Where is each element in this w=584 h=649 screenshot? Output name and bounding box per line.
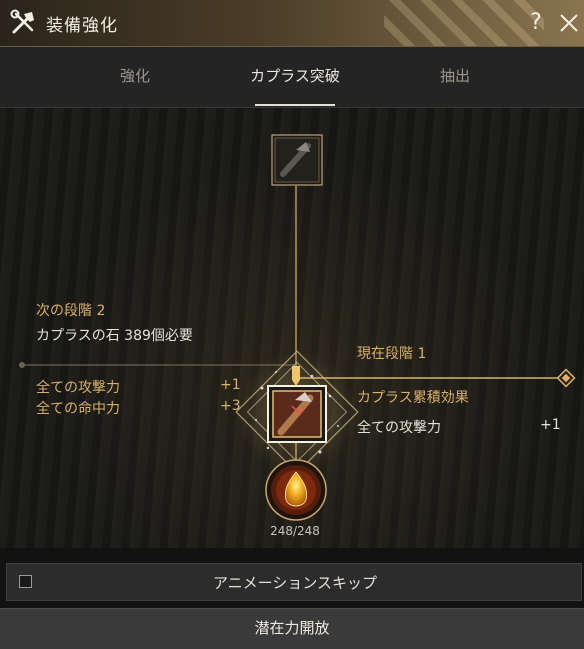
cumulative-effect-header: カプラス累積効果 [357, 390, 469, 406]
next-item-frame [271, 134, 323, 186]
next-effect-value: +3 [220, 398, 241, 414]
skip-animation-row[interactable]: アニメーションスキップ [6, 563, 582, 601]
next-effect-value: +1 [220, 377, 241, 393]
next-stage-title: 次の段階 2 [36, 303, 106, 319]
skip-animation-checkbox[interactable] [19, 575, 32, 588]
stone-count: 248/248 [270, 524, 320, 538]
next-stage-requirement: カプラスの石 389個必要 [36, 328, 193, 344]
current-effect-name: 全ての攻撃力 [357, 420, 441, 436]
current-item-frame [267, 385, 327, 443]
next-effect-name: 全ての命中力 [36, 401, 120, 417]
current-effect-value: +1 [540, 417, 561, 433]
current-stage-title: 現在段階 1 [357, 346, 427, 362]
skip-animation-label: アニメーションスキップ [212, 574, 378, 592]
left-node-dot [19, 362, 25, 368]
unlock-potential-button[interactable]: 潜在力開放 [0, 608, 584, 649]
caphras-stone [265, 459, 327, 521]
next-effect-name: 全ての攻撃力 [36, 380, 120, 396]
right-node-diamond [556, 368, 576, 388]
